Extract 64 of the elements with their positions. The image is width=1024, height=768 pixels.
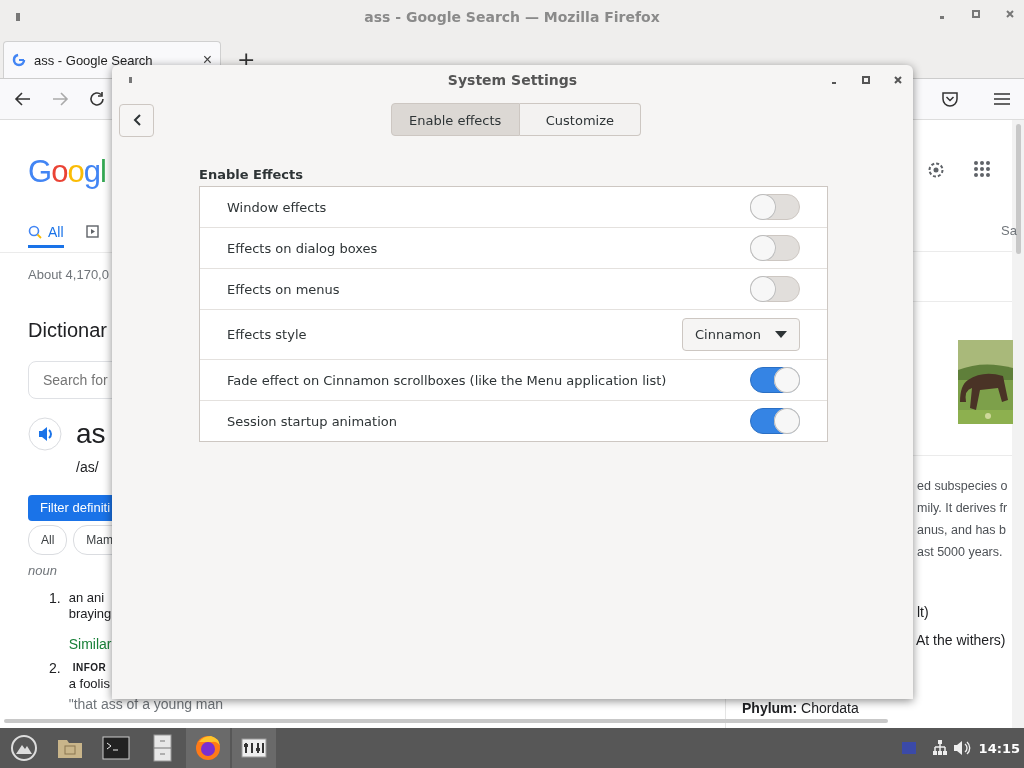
toggle-switch[interactable] <box>750 276 800 302</box>
search-icon <box>28 225 42 239</box>
setting-label: Effects on dialog boxes <box>227 240 379 256</box>
sense-number: 2. <box>49 660 61 678</box>
description-text: ed subspecies o mily. It derives fr anus, and has b ast 5000 years. <box>917 478 1008 561</box>
horizontal-scrollbar[interactable] <box>4 719 888 723</box>
segment-tab[interactable]: Enable effects <box>391 103 521 136</box>
definition-text: an ani <box>68 590 105 606</box>
clock[interactable]: 14:15 <box>978 740 1020 756</box>
fox-browser-icon <box>194 734 222 762</box>
result-count: About 4,170,0 <box>28 267 109 282</box>
pronunciation: /as/ <box>76 459 99 475</box>
google-logo: Googl <box>28 154 106 190</box>
similar-link[interactable]: Similar <box>68 636 112 652</box>
side-tab[interactable]: Sa <box>1001 223 1017 238</box>
back-button[interactable] <box>119 103 154 137</box>
headword: as <box>76 418 106 450</box>
back-arrow-icon[interactable] <box>14 90 32 108</box>
google-icon <box>12 53 26 67</box>
setting-label: Window effects <box>227 199 328 215</box>
pocket-icon[interactable] <box>941 90 959 108</box>
section-title: Enable Effects <box>199 167 304 184</box>
reload-icon[interactable] <box>88 90 106 108</box>
window-title: ass - Google Search — Mozilla Firefox <box>364 9 660 25</box>
toggle-switch[interactable] <box>750 235 800 261</box>
speaker-button[interactable] <box>28 417 62 451</box>
usage-label: INFOR <box>71 661 108 675</box>
volume-icon[interactable] <box>952 740 971 756</box>
setting-label: Fade effect on Cinnamon scrollboxes (like the Menu application list) <box>227 372 668 388</box>
fact-text: lt) <box>917 604 929 620</box>
setting-label: Session startup animation <box>227 413 398 429</box>
taskbar-button[interactable] <box>232 728 276 768</box>
close-icon[interactable] <box>893 75 903 85</box>
segment-tab[interactable]: Customize <box>520 103 642 136</box>
part-of-speech: noun <box>28 563 57 578</box>
maximize-icon[interactable] <box>861 75 871 85</box>
setting-label: Effects on menus <box>227 281 341 297</box>
fact-text: At the withers) <box>916 632 1006 648</box>
sense-number: 1. <box>49 590 61 608</box>
definition-text: a foolis <box>68 676 110 692</box>
network-icon[interactable] <box>931 740 948 756</box>
toggle-switch[interactable] <box>750 367 800 393</box>
tab-label: ass - Google Search <box>34 52 154 68</box>
style-dropdown[interactable]: Cinnamon <box>682 318 800 351</box>
dialog-title: System Settings <box>447 72 578 88</box>
toggle-switch[interactable] <box>750 408 800 434</box>
dictionary-heading: Dictionar <box>28 319 107 342</box>
forward-arrow-icon <box>51 90 69 108</box>
scrollbar-thumb[interactable] <box>1015 124 1021 254</box>
maximize-icon[interactable] <box>970 8 982 20</box>
terminal-icon <box>102 734 130 762</box>
definition-text: braying <box>68 606 112 622</box>
apps-grid-icon[interactable] <box>973 160 991 178</box>
close-icon[interactable] <box>1004 8 1016 20</box>
close-button[interactable]: × <box>202 51 212 69</box>
filter-chip[interactable]: All <box>28 525 68 555</box>
caret-down-icon <box>775 331 787 338</box>
example-text: "that ass of a young man <box>68 696 224 712</box>
toggle-switch[interactable] <box>750 194 800 220</box>
video-icon[interactable] <box>85 225 99 238</box>
search-tab[interactable]: All <box>28 219 64 248</box>
chevron-left-icon <box>132 114 141 126</box>
fact-text: Phylum: Chordata <box>742 700 859 716</box>
setting-label: Effects style <box>227 327 308 342</box>
